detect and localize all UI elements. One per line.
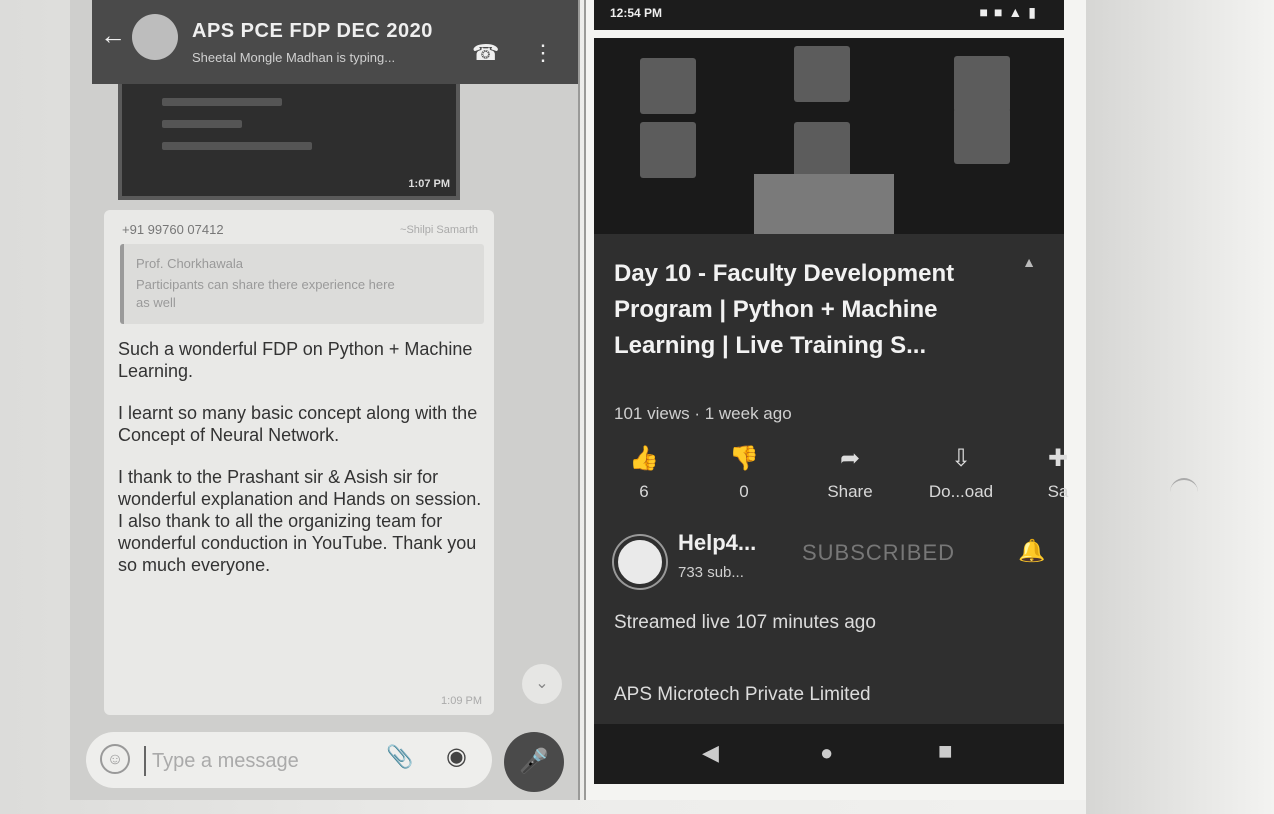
media-text-line: [162, 120, 242, 128]
back-arrow-icon[interactable]: ←: [100, 20, 126, 51]
group-title[interactable]: APS PCE FDP DEC 2020: [192, 20, 433, 43]
camera-icon[interactable]: ◉: [446, 742, 467, 771]
like-count: 6: [639, 482, 649, 501]
emoji-icon[interactable]: ☺: [100, 744, 130, 774]
video-meta: 101 views · 1 week ago: [614, 404, 792, 423]
paperclip-icon[interactable]: 📎: [386, 744, 413, 770]
video-info-panel: Day 10 - Faculty Development Program | P…: [594, 234, 1068, 724]
share-icon: ➦: [839, 445, 861, 472]
whatsapp-screenshot: ← APS PCE FDP DEC 2020 Sheetal Mongle Ma…: [70, 0, 580, 800]
download-label: Do...oad: [928, 482, 994, 501]
scroll-down-button[interactable]: ⌄: [522, 664, 562, 704]
streamed-info: Streamed live 107 minutes ago: [614, 612, 876, 633]
participant-tile: [794, 46, 850, 102]
message-paragraph: I thank to the Prashant sir & Asish sir …: [118, 467, 482, 575]
participant-tile: [794, 122, 850, 178]
save-button[interactable]: ✚ Sa: [1038, 444, 1078, 502]
dislike-button[interactable]: 👎 0: [724, 444, 764, 502]
youtube-screenshot: 12:54 PM ■■▲▮ Day 10 - Faculty Developme…: [584, 0, 1088, 800]
save-icon: ✚: [1047, 445, 1069, 472]
message-paragraph: Such a wonderful FDP on Python + Machine…: [118, 339, 473, 381]
microphone-button[interactable]: 🎤: [504, 732, 564, 792]
like-button[interactable]: 👍 6: [624, 444, 664, 502]
participant-tile: [640, 58, 696, 114]
save-label: Sa: [1047, 482, 1069, 501]
participant-tile: [954, 56, 1010, 112]
sender-name-tag: ~Shilpi Samarth: [400, 224, 478, 236]
quoted-message[interactable]: Prof. Chorkhawala Participants can share…: [120, 244, 484, 324]
recents-square-icon[interactable]: ■: [938, 738, 953, 766]
status-time: 12:54 PM: [610, 6, 663, 20]
action-row: 👍 6 👎 0 ➦ Share ⇩ Do...oad ✚ Sa: [624, 444, 1084, 504]
message-paragraph: I learnt so many basic concept along wit…: [118, 403, 478, 445]
channel-name[interactable]: Help4...: [678, 530, 756, 556]
message-input[interactable]: [144, 746, 374, 776]
subscribed-button[interactable]: SUBSCRIBED: [802, 540, 955, 566]
home-circle-icon[interactable]: ●: [820, 740, 833, 766]
media-text-line: [162, 98, 282, 106]
share-button[interactable]: ➦ Share: [810, 444, 890, 502]
android-nav-bar: ◀ ● ■: [594, 724, 1064, 784]
typing-status: Sheetal Mongle Madhan is typing...: [192, 50, 396, 65]
chevron-down-icon: ⌄: [535, 675, 549, 692]
media-message[interactable]: 1:07 PM: [118, 84, 460, 200]
collapse-icon[interactable]: ▲: [1022, 254, 1036, 270]
description-company: APS Microtech Private Limited: [614, 684, 871, 705]
status-bar: 12:54 PM ■■▲▮: [594, 0, 1064, 30]
back-triangle-icon[interactable]: ◀: [702, 740, 719, 766]
paper-margin: [1086, 0, 1274, 814]
bell-icon[interactable]: 🔔: [1018, 538, 1045, 564]
video-player[interactable]: [594, 38, 1064, 234]
chat-header: ← APS PCE FDP DEC 2020 Sheetal Mongle Ma…: [92, 0, 578, 84]
share-label: Share: [827, 482, 873, 501]
channel-avatar[interactable]: [614, 536, 666, 588]
presenter-tile: [754, 174, 894, 234]
participant-tile: [954, 108, 1010, 164]
thumbs-down-icon: 👎: [729, 445, 759, 472]
video-title[interactable]: Day 10 - Faculty Development Program | P…: [614, 256, 994, 364]
quoted-author: Prof. Chorkhawala: [136, 256, 243, 271]
media-timestamp: 1:07 PM: [408, 178, 450, 190]
add-call-icon[interactable]: ☎: [472, 40, 499, 66]
more-options-icon[interactable]: ⋮: [532, 40, 554, 66]
group-avatar[interactable]: [132, 14, 178, 60]
download-button[interactable]: ⇩ Do...oad: [916, 444, 1006, 502]
thumbs-up-icon: 👍: [629, 445, 659, 472]
status-icons: ■■▲▮: [979, 4, 1042, 20]
microphone-icon: 🎤: [519, 748, 549, 775]
message-body: Such a wonderful FDP on Python + Machine…: [118, 338, 488, 596]
media-text-line: [162, 142, 312, 150]
participant-tile: [640, 122, 696, 178]
download-icon: ⇩: [950, 445, 972, 472]
message-timestamp: 1:09 PM: [441, 695, 482, 707]
quoted-text: Participants can share there experience …: [136, 277, 395, 310]
message-composer: ☺ 📎 ◉: [86, 732, 492, 788]
dislike-count: 0: [739, 482, 749, 501]
subscriber-count: 733 sub...: [678, 564, 744, 581]
message-bubble[interactable]: +91 99760 07412 ~Shilpi Samarth Prof. Ch…: [104, 210, 494, 715]
message-sender[interactable]: +91 99760 07412: [122, 222, 224, 237]
